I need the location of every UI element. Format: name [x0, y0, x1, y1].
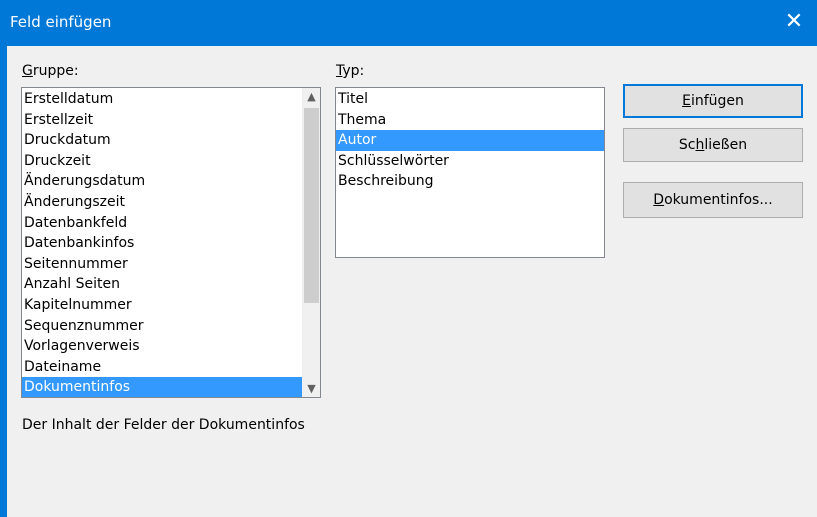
group-list-item[interactable]: Kapitelnummer — [22, 295, 320, 316]
group-list-item[interactable]: Änderungszeit — [22, 192, 320, 213]
scroll-up-icon[interactable]: ▲ — [303, 88, 320, 105]
type-list-item[interactable]: Schlüsselwörter — [336, 151, 604, 172]
group-list-item[interactable]: Druckdatum — [22, 130, 320, 151]
group-list-item[interactable]: Dateiname — [22, 357, 320, 378]
group-list-item[interactable]: Änderungsdatum — [22, 171, 320, 192]
scroll-thumb[interactable] — [304, 108, 319, 303]
docinfo-button-label: Dokumentinfos... — [653, 192, 773, 208]
title-bar: Feld einfügen ✕ — [0, 0, 817, 46]
window-border — [0, 46, 7, 517]
type-label: Typ: — [336, 62, 364, 80]
type-list-item[interactable]: Autor — [336, 130, 604, 151]
type-listbox[interactable]: Titel Thema Autor Schlüsselwörter Beschreibu… — [335, 87, 605, 258]
group-label: Gruppe: — [22, 62, 79, 80]
group-label-text: Gruppe: — [22, 63, 79, 79]
scroll-down-icon[interactable]: ▼ — [303, 380, 320, 397]
type-label-text: Typ: — [336, 63, 365, 79]
type-list-item[interactable]: Beschreibung — [336, 171, 604, 192]
insert-button[interactable]: Einfügen — [623, 84, 803, 118]
group-list-item[interactable]: Druckzeit — [22, 151, 320, 172]
docinfo-button[interactable]: Dokumentinfos... — [623, 182, 803, 218]
group-list-item[interactable]: Sequenznummer — [22, 316, 320, 337]
group-list-item[interactable]: Anzahl Seiten — [22, 274, 320, 295]
type-list-item[interactable]: Thema — [336, 110, 604, 131]
close-icon[interactable]: ✕ — [771, 0, 817, 46]
group-listbox[interactable]: Erstelldatum Erstellzeit Druckdatum Druckze… — [21, 87, 321, 398]
group-list-item[interactable]: Erstelldatum — [22, 89, 320, 110]
group-list-item[interactable]: Dokumentinfos — [22, 377, 320, 397]
close-button-label: Schließen — [678, 137, 748, 153]
group-list-item[interactable]: Datenbankfeld — [22, 213, 320, 234]
group-scrollbar[interactable]: ▲ ▼ — [302, 88, 320, 397]
window-title: Feld einfügen — [10, 13, 112, 31]
group-list-item[interactable]: Datenbankinfos — [22, 233, 320, 254]
close-button[interactable]: Schließen — [623, 128, 803, 162]
insert-button-label: Einfügen — [682, 93, 744, 109]
group-list-item[interactable]: Erstellzeit — [22, 110, 320, 131]
field-description: Der Inhalt der Felder der Dokumentinfos — [22, 417, 305, 433]
group-list-item[interactable]: Seitennummer — [22, 254, 320, 275]
group-list-item[interactable]: Vorlagenverweis — [22, 336, 320, 357]
type-list-item[interactable]: Titel — [336, 89, 604, 110]
